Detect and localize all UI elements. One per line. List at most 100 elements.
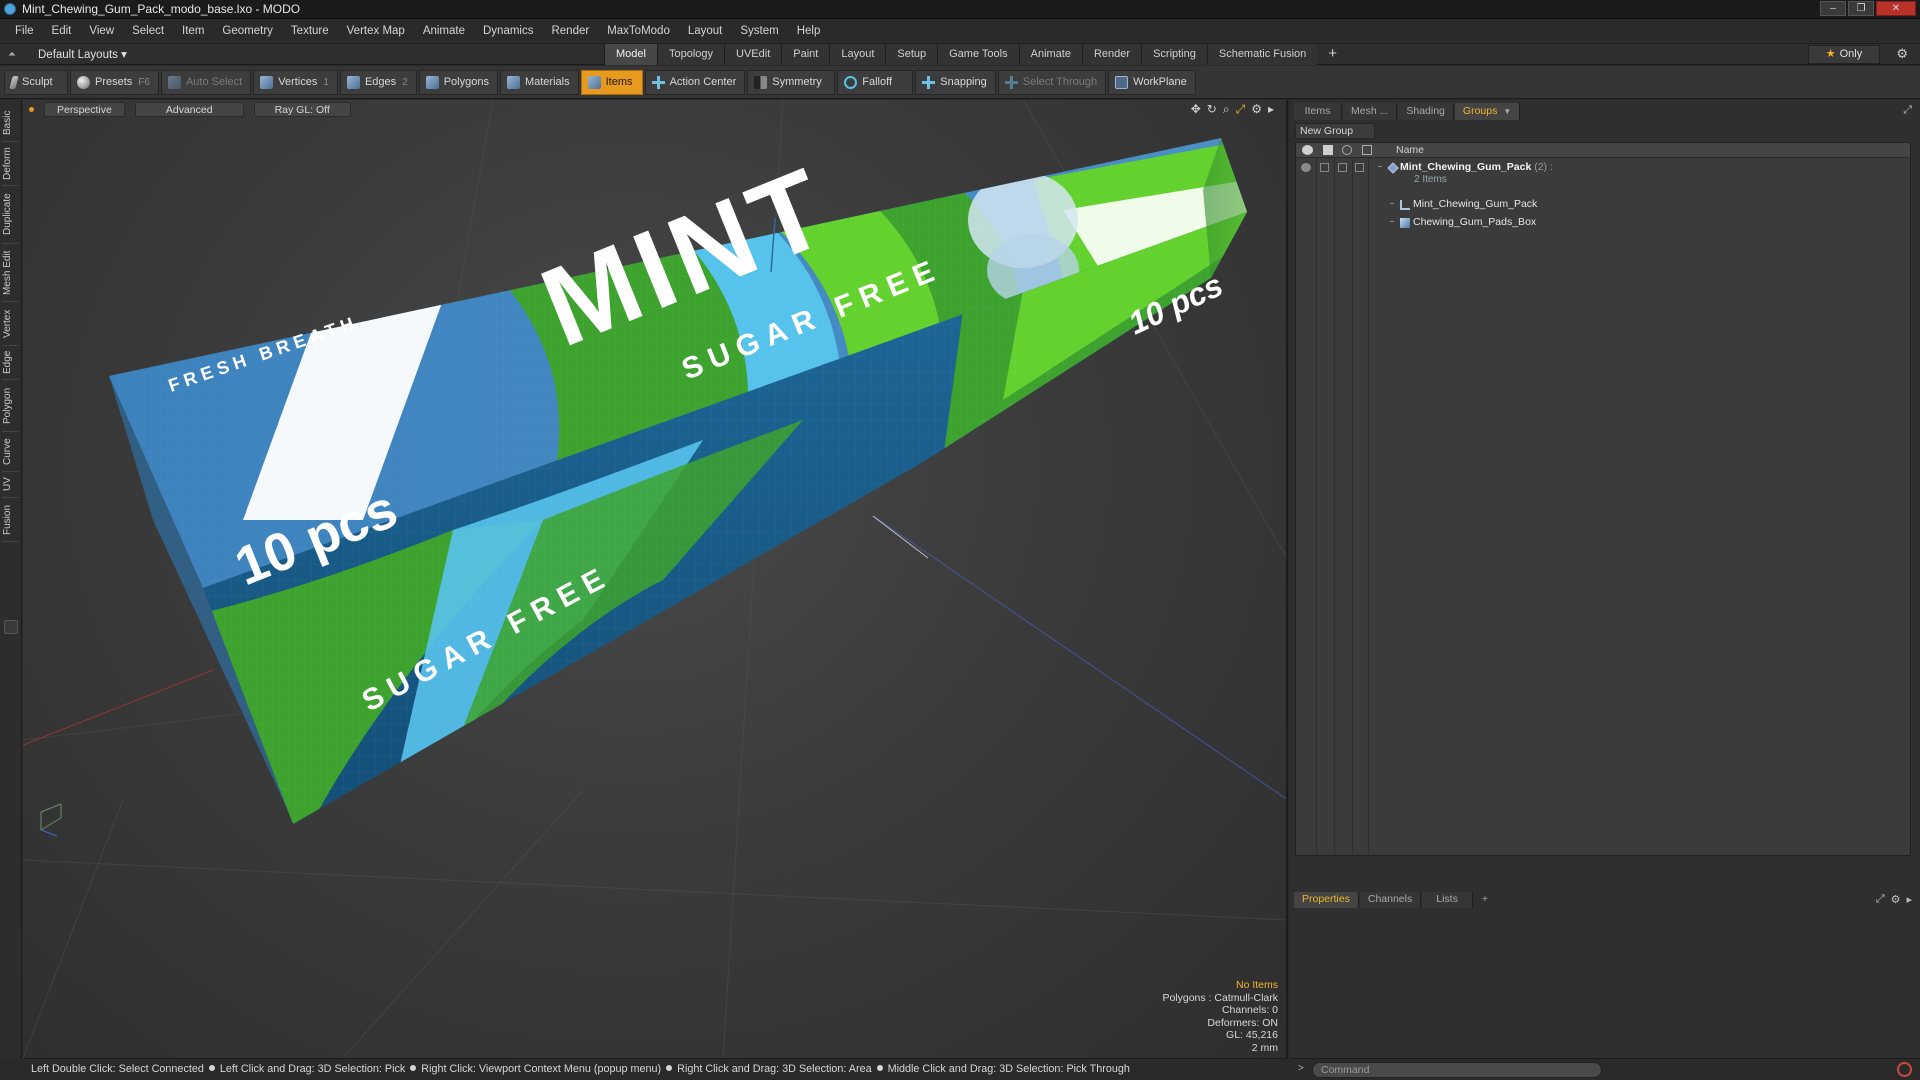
viewport-settings-icon[interactable]: ⚙ bbox=[1251, 102, 1262, 117]
tab-items[interactable]: Items bbox=[1294, 103, 1342, 120]
vtab-vertex[interactable]: Vertex bbox=[2, 302, 19, 346]
expand-arrow-icon[interactable]: ▸ bbox=[1268, 102, 1274, 117]
symmetry-button[interactable]: Symmetry bbox=[747, 69, 836, 95]
menu-maxtomodo[interactable]: MaxToModo bbox=[598, 25, 679, 37]
tab-mesh[interactable]: Mesh ... bbox=[1343, 103, 1398, 120]
modo-app-icon bbox=[4, 3, 16, 15]
vtab-curve[interactable]: Curve bbox=[2, 432, 19, 472]
toggle-panel-button[interactable] bbox=[4, 620, 18, 634]
tab-topology[interactable]: Topology bbox=[656, 44, 725, 65]
list-item[interactable]: Mint_Chewing_Gum_Pack bbox=[1296, 197, 1910, 213]
items-button[interactable]: Items bbox=[580, 69, 643, 95]
snapping-button[interactable]: Snapping bbox=[915, 69, 996, 95]
group-row[interactable]: Mint_Chewing_Gum_Pack (2) : 2 Items bbox=[1296, 160, 1910, 190]
vtab-duplicate[interactable]: Duplicate bbox=[2, 186, 19, 244]
select-toggle-icon[interactable] bbox=[1342, 145, 1352, 155]
status-corner bbox=[0, 1058, 22, 1080]
gear-icon[interactable]: ⚙ bbox=[1891, 893, 1901, 906]
perspective-dropdown[interactable]: Perspective bbox=[44, 101, 125, 117]
group-panel-tabs: Items Mesh ... Shading Groups ▼ bbox=[1294, 103, 1521, 121]
command-input[interactable]: Command bbox=[1312, 1062, 1602, 1078]
eye-icon[interactable] bbox=[1302, 145, 1313, 155]
tab-shading[interactable]: Shading bbox=[1398, 103, 1454, 120]
menu-texture[interactable]: Texture bbox=[282, 25, 338, 37]
add-tab-button[interactable]: + bbox=[1474, 892, 1496, 908]
edges-button[interactable]: Edges 2 bbox=[339, 69, 417, 95]
presets-button[interactable]: Presets F6 bbox=[70, 69, 159, 95]
sculpt-button[interactable]: Sculpt bbox=[4, 69, 68, 95]
menu-file[interactable]: File bbox=[6, 25, 43, 37]
vtab-edge[interactable]: Edge bbox=[2, 346, 19, 380]
visibility-icon[interactable] bbox=[1301, 163, 1311, 172]
rotate-icon[interactable]: ↻ bbox=[1207, 102, 1217, 117]
vtab-uv[interactable]: UV bbox=[2, 472, 19, 498]
menu-render[interactable]: Render bbox=[542, 25, 598, 37]
expand-arrow-icon[interactable]: ▸ bbox=[1906, 893, 1912, 906]
tab-lists[interactable]: Lists bbox=[1422, 892, 1473, 908]
menu-system[interactable]: System bbox=[731, 25, 787, 37]
tab-render[interactable]: Render bbox=[1081, 44, 1142, 65]
materials-button[interactable]: Materials bbox=[499, 69, 579, 95]
polygons-button[interactable]: Polygons bbox=[418, 69, 498, 95]
auto-select-button[interactable]: Auto Select bbox=[160, 69, 252, 95]
minimize-button[interactable]: – bbox=[1820, 1, 1846, 16]
maximize-panel-icon[interactable]: ⤢ bbox=[1876, 893, 1885, 906]
falloff-button[interactable]: Falloff bbox=[837, 69, 914, 95]
raygl-dropdown[interactable]: Ray GL: Off bbox=[253, 101, 351, 117]
tab-model[interactable]: Model bbox=[604, 44, 657, 65]
close-button[interactable]: ✕ bbox=[1876, 1, 1916, 16]
tab-properties[interactable]: Properties bbox=[1294, 892, 1359, 908]
groups-list[interactable]: Name Mint_Chewing_Gum_Pack (2) : 2 Items… bbox=[1295, 142, 1911, 856]
stop-icon[interactable] bbox=[1897, 1062, 1912, 1077]
menu-dynamics[interactable]: Dynamics bbox=[474, 25, 542, 37]
menu-layout[interactable]: Layout bbox=[679, 25, 732, 37]
menu-view[interactable]: View bbox=[80, 25, 123, 37]
vtab-basic[interactable]: Basic bbox=[2, 104, 19, 142]
vtab-deform[interactable]: Deform bbox=[2, 142, 19, 186]
menu-select[interactable]: Select bbox=[123, 25, 173, 37]
tab-groups[interactable]: Groups ▼ bbox=[1454, 103, 1521, 120]
vtab-fusion[interactable]: Fusion bbox=[2, 498, 19, 542]
action-center-button[interactable]: Action Center bbox=[644, 69, 746, 95]
vtab-polygon[interactable]: Polygon bbox=[2, 380, 19, 432]
lock-toggle[interactable] bbox=[1320, 163, 1329, 172]
render-toggle-icon[interactable] bbox=[1362, 145, 1372, 155]
vtab-mesh-edit[interactable]: Mesh Edit bbox=[2, 244, 19, 302]
menu-item[interactable]: Item bbox=[173, 25, 213, 37]
menu-geometry[interactable]: Geometry bbox=[213, 25, 282, 37]
advanced-dropdown[interactable]: Advanced bbox=[134, 101, 244, 117]
fit-icon[interactable]: ⤢ bbox=[1236, 102, 1246, 117]
layout-expand-icon[interactable]: ⏶ bbox=[8, 49, 20, 60]
3d-viewport[interactable]: FRESH BREATH MINT SUGAR FREE 10 pcs SUGA… bbox=[23, 100, 1288, 1058]
new-group-button[interactable]: New Group bbox=[1295, 123, 1375, 139]
only-button[interactable]: ★ Only bbox=[1808, 45, 1880, 64]
add-tab-button[interactable]: + bbox=[1317, 44, 1348, 65]
lock-icon[interactable] bbox=[1323, 145, 1333, 155]
tab-schematic-fusion[interactable]: Schematic Fusion bbox=[1206, 44, 1318, 65]
tab-animate[interactable]: Animate bbox=[1018, 44, 1082, 65]
tab-paint[interactable]: Paint bbox=[781, 44, 830, 65]
vertices-button[interactable]: Vertices 1 bbox=[253, 69, 338, 95]
list-item[interactable]: Chewing_Gum_Pads_Box bbox=[1296, 215, 1910, 231]
tab-uvedit[interactable]: UVEdit bbox=[724, 44, 782, 65]
maximize-panel-icon[interactable]: ⤢ bbox=[1903, 104, 1912, 117]
menu-vertex-map[interactable]: Vertex Map bbox=[338, 25, 414, 37]
restore-button[interactable]: ❐ bbox=[1848, 1, 1874, 16]
select-toggle[interactable] bbox=[1338, 163, 1347, 172]
auto-select-icon bbox=[167, 75, 181, 89]
menu-edit[interactable]: Edit bbox=[43, 25, 81, 37]
select-through-button[interactable]: Select Through bbox=[997, 69, 1107, 95]
tab-channels[interactable]: Channels bbox=[1359, 892, 1422, 908]
render-toggle[interactable] bbox=[1355, 163, 1364, 172]
pan-icon[interactable]: ✥ bbox=[1191, 102, 1201, 117]
tab-setup[interactable]: Setup bbox=[885, 44, 938, 65]
workplane-button[interactable]: WorkPlane bbox=[1108, 69, 1196, 95]
tab-game-tools[interactable]: Game Tools bbox=[937, 44, 1019, 65]
menu-animate[interactable]: Animate bbox=[414, 25, 474, 37]
gear-icon[interactable]: ⚙ bbox=[1896, 46, 1908, 62]
tab-layout[interactable]: Layout bbox=[829, 44, 886, 65]
zoom-icon[interactable]: ⌕ bbox=[1223, 102, 1230, 117]
tab-scripting[interactable]: Scripting bbox=[1141, 44, 1207, 65]
default-layouts-dropdown[interactable]: Default Layouts ▾ bbox=[38, 47, 127, 61]
menu-help[interactable]: Help bbox=[788, 25, 830, 37]
